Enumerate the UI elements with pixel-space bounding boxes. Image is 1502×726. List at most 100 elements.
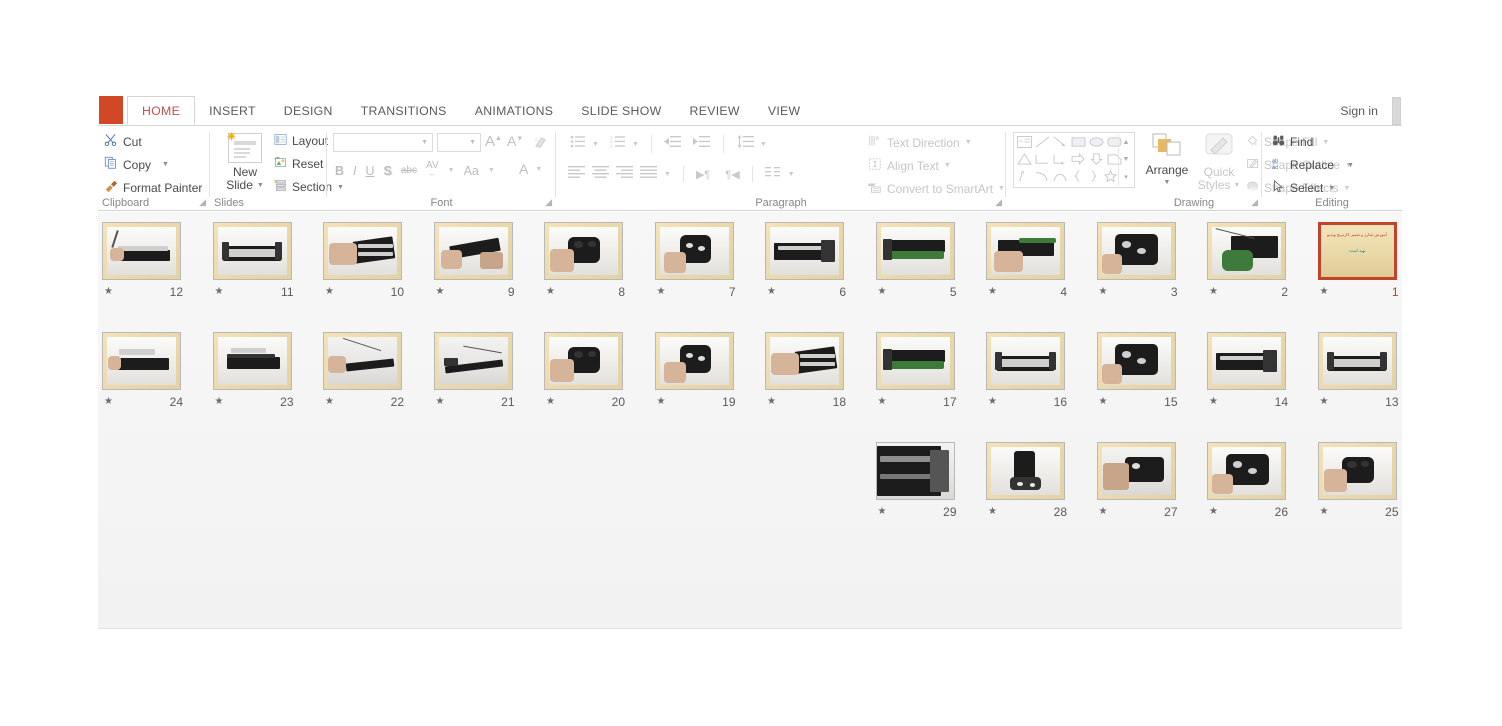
reset-button[interactable]: Reset — [274, 156, 323, 172]
textbox-shape-icon[interactable]: A — [1017, 135, 1032, 153]
arrange-dropdown-icon[interactable]: ▼ — [1144, 179, 1190, 186]
animation-star-icon[interactable]: ★ — [104, 287, 113, 297]
slide-thumbnail-10[interactable]: ★ 10 — [323, 222, 434, 318]
slide-thumbnail-28[interactable]: ★ 28 — [986, 442, 1097, 538]
italic-button[interactable]: I — [353, 164, 356, 178]
increase-indent-icon[interactable] — [692, 135, 710, 153]
animation-star-icon[interactable]: ★ — [767, 397, 776, 407]
animation-star-icon[interactable]: ★ — [988, 397, 997, 407]
new-slide-button[interactable]: ✷ New Slide ▼ — [219, 130, 271, 192]
scribble-shape-icon[interactable] — [1017, 169, 1032, 187]
animation-star-icon[interactable]: ★ — [1099, 397, 1108, 407]
slide-thumbnail-image[interactable] — [544, 332, 623, 390]
align-center-icon[interactable] — [592, 165, 609, 183]
animation-star-icon[interactable]: ★ — [1320, 287, 1329, 297]
animation-star-icon[interactable]: ★ — [325, 287, 334, 297]
slide-thumbnail-image[interactable] — [1317, 332, 1397, 390]
shapes-gallery-scroll[interactable]: ▲ ▼ ▾ — [1118, 134, 1133, 186]
font-color-dropdown-icon[interactable]: ▼ — [535, 166, 542, 173]
animation-star-icon[interactable]: ★ — [1099, 507, 1108, 517]
decrease-indent-icon[interactable] — [663, 135, 681, 153]
ribbon-tab-transitions[interactable]: TRANSITIONS — [347, 96, 461, 125]
convert-to-smartart-button[interactable]: Convert to SmartArt ▼ — [867, 180, 1005, 197]
slide-thumbnail-15[interactable]: ★ 15 — [1096, 332, 1208, 428]
slide-thumbnail-26[interactable]: ★ 26 — [1207, 442, 1318, 538]
sign-in-link[interactable]: Sign in — [1340, 104, 1378, 118]
chevron-down-icon[interactable]: ▼ — [469, 139, 476, 146]
font-size-input[interactable]: ▼ — [437, 133, 481, 152]
curve-shape-icon[interactable] — [1035, 169, 1050, 187]
slide-thumbnail-image[interactable] — [986, 222, 1065, 280]
slide-thumbnail-image[interactable] — [544, 222, 623, 280]
slide-thumbnail-14[interactable]: ★ 14 — [1207, 332, 1318, 428]
line-shape-icon[interactable] — [1035, 135, 1050, 153]
animation-star-icon[interactable]: ★ — [878, 507, 887, 517]
quick-styles-dropdown-icon[interactable]: ▼ — [1233, 182, 1240, 189]
arrow-shape-icon[interactable] — [1053, 135, 1068, 153]
ribbon-tab-insert[interactable]: INSERT — [195, 96, 270, 125]
bullets-dropdown-icon[interactable]: ▼ — [592, 141, 599, 148]
slide-thumbnail-20[interactable]: ★ 20 — [544, 332, 655, 428]
font-name-input[interactable]: ▼ — [333, 133, 433, 152]
bold-button[interactable]: B — [335, 164, 344, 178]
slide-thumbnail-11[interactable]: ★ 11 — [212, 222, 324, 318]
slide-thumbnail-17[interactable]: ★ 17 — [875, 332, 987, 428]
drawing-dialog-launcher[interactable]: ◢ — [1251, 197, 1258, 208]
triangle-shape-icon[interactable] — [1017, 152, 1032, 170]
smartart-dropdown-icon[interactable]: ▼ — [998, 185, 1005, 192]
columns-dropdown-icon[interactable]: ▼ — [664, 171, 671, 178]
bullets-icon[interactable] — [570, 135, 586, 153]
slide-thumbnail-25[interactable]: ★ 25 — [1317, 442, 1403, 538]
right-arrow-shape-icon[interactable] — [1071, 152, 1086, 170]
text-shadow-button[interactable]: S — [384, 164, 392, 178]
ribbon-tab-animations[interactable]: ANIMATIONS — [461, 96, 568, 125]
animation-star-icon[interactable]: ★ — [104, 397, 113, 407]
slide-thumbnail-6[interactable]: ★ 6 — [765, 222, 876, 318]
rtl-text-direction-icon[interactable]: ¶◀ — [725, 168, 739, 181]
slide-thumbnail-image[interactable] — [875, 442, 955, 500]
slide-thumbnail-29[interactable]: ★ 29 — [875, 442, 987, 538]
cut-button[interactable]: Cut — [104, 133, 142, 150]
character-spacing-dropdown-icon[interactable]: ▼ — [448, 167, 455, 174]
ribbon-tab-slide-show[interactable]: SLIDE SHOW — [567, 96, 675, 125]
elbow-arrow-connector-icon[interactable] — [1053, 152, 1068, 170]
arc-shape-icon[interactable] — [1053, 169, 1068, 187]
animation-star-icon[interactable]: ★ — [988, 507, 997, 517]
slide-thumbnail-image[interactable] — [986, 442, 1065, 500]
slide-thumbnail-image[interactable] — [1207, 332, 1286, 390]
slide-sorter-area[interactable]: ★ 12 ★ 11 ★ 10 ★ 9 ★ 8 ★ 7 ★ 6 ★ 5 ★ 4 ★ 3 ★ 2 آموزش شارژ و تع… — [98, 212, 1402, 629]
oval-shape-icon[interactable] — [1089, 135, 1104, 153]
slide-thumbnail-image[interactable] — [1096, 332, 1176, 390]
font-color-button[interactable]: A — [519, 161, 528, 177]
find-button[interactable]: Find — [1272, 134, 1313, 150]
quick-styles-button[interactable]: Quick Styles ▼ — [1196, 132, 1242, 192]
slide-thumbnail-image[interactable] — [875, 332, 955, 390]
ltr-text-direction-icon[interactable]: ▶¶ — [696, 168, 710, 181]
slide-thumbnail-image[interactable] — [323, 332, 402, 390]
gallery-more-icon[interactable]: ▾ — [1119, 168, 1133, 185]
character-spacing-button[interactable]: AV ↔ — [426, 161, 439, 179]
clipboard-dialog-launcher[interactable]: ◢ — [199, 197, 206, 208]
slide-thumbnail-3[interactable]: ★ 3 — [1096, 222, 1208, 318]
slide-thumbnail-image[interactable] — [1207, 442, 1286, 500]
slide-thumbnail-image[interactable] — [433, 332, 513, 390]
animation-star-icon[interactable]: ★ — [1209, 397, 1218, 407]
line-spacing-dropdown-icon[interactable]: ▼ — [760, 141, 767, 148]
arrange-button[interactable]: Arrange ▼ — [1144, 132, 1190, 186]
animation-star-icon[interactable]: ★ — [1320, 507, 1329, 517]
slide-thumbnail-22[interactable]: ★ 22 — [323, 332, 434, 428]
animation-star-icon[interactable]: ★ — [657, 397, 666, 407]
underline-button[interactable]: U — [366, 164, 375, 178]
decrease-font-size-button[interactable]: A▼ — [507, 133, 523, 149]
clear-formatting-button[interactable]: A — [533, 135, 548, 155]
rectangle-shape-icon[interactable] — [1071, 135, 1086, 153]
text-direction-button[interactable]: A Text Direction ▼ — [868, 134, 972, 151]
slide-thumbnail-4[interactable]: ★ 4 — [986, 222, 1097, 318]
slide-thumbnail-image[interactable] — [654, 332, 734, 390]
slide-thumbnail-image[interactable] — [986, 332, 1065, 390]
slide-thumbnail-23[interactable]: ★ 23 — [212, 332, 324, 428]
vertical-scrollbar-thumb[interactable] — [1392, 97, 1401, 125]
ribbon-tab-view[interactable]: VIEW — [754, 96, 815, 125]
star-shape-icon[interactable] — [1103, 169, 1118, 187]
slide-thumbnail-image[interactable] — [212, 222, 292, 280]
